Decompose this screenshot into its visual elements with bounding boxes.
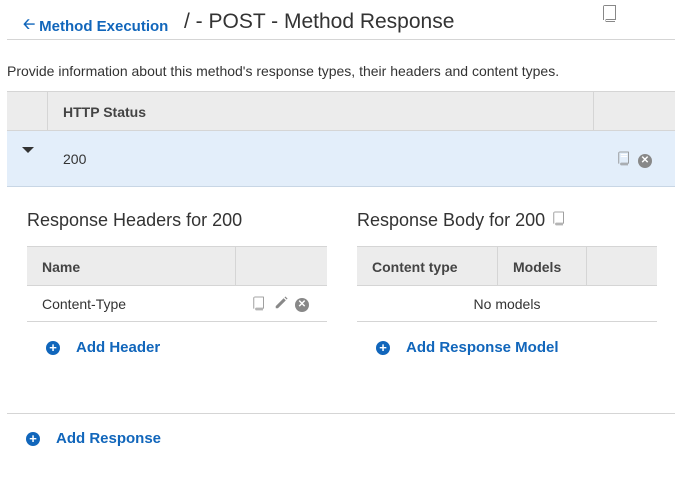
- column-divider: [47, 92, 48, 130]
- caret-down-icon[interactable]: [22, 147, 34, 153]
- book-icon[interactable]: [616, 150, 632, 171]
- response-body-table: Content type Models No models: [357, 246, 657, 322]
- page-header: 🡠 Method Execution / - POST - Method Res…: [7, 0, 675, 40]
- response-headers-table: Name Content-Type ✕: [27, 246, 327, 322]
- add-response-model-button[interactable]: + Add Response Model: [376, 339, 559, 356]
- column-divider: [497, 247, 498, 285]
- column-header-name: Name: [42, 259, 81, 275]
- page-title: / - POST - Method Response: [184, 10, 455, 33]
- response-body-title-text: Response Body for 200: [357, 210, 546, 230]
- status-code: 200: [63, 151, 87, 167]
- table-header: HTTP Status: [7, 91, 675, 131]
- table-header: Name: [27, 246, 327, 286]
- pencil-icon[interactable]: [274, 296, 288, 313]
- row-actions: ✕: [251, 295, 309, 314]
- table-row: No models: [357, 286, 657, 322]
- book-icon[interactable]: [551, 210, 567, 231]
- back-link-label: Method Execution: [39, 18, 169, 35]
- method-execution-back-link[interactable]: 🡠 Method Execution: [23, 14, 168, 39]
- table-row[interactable]: 200 ✕: [7, 131, 675, 187]
- close-circle-icon[interactable]: ✕: [638, 153, 652, 168]
- column-divider: [586, 247, 587, 285]
- add-header-button[interactable]: + Add Header: [46, 339, 160, 356]
- book-icon[interactable]: [600, 3, 620, 28]
- book-icon[interactable]: [251, 295, 267, 314]
- table-header: Content type Models: [357, 246, 657, 286]
- response-headers-title: Response Headers for 200: [27, 210, 242, 231]
- column-divider: [235, 247, 236, 285]
- plus-circle-icon: +: [376, 340, 390, 355]
- arrow-left-icon: 🡠: [23, 16, 36, 33]
- add-response-model-label: Add Response Model: [406, 339, 559, 356]
- description-text: Provide information about this method's …: [7, 63, 560, 79]
- column-header-content-type: Content type: [372, 259, 458, 275]
- column-divider: [593, 92, 594, 130]
- column-header-http-status: HTTP Status: [63, 104, 146, 120]
- plus-circle-icon: +: [26, 431, 40, 446]
- row-actions: ✕: [616, 150, 652, 171]
- header-name: Content-Type: [42, 296, 127, 312]
- add-header-label: Add Header: [76, 339, 161, 356]
- response-headers-title-text: Response Headers for 200: [27, 210, 243, 230]
- column-header-models: Models: [513, 259, 562, 275]
- section-divider: [7, 413, 675, 414]
- http-status-table: HTTP Status 200 ✕: [7, 91, 675, 187]
- response-body-title: Response Body for 200: [357, 210, 567, 231]
- table-row: Content-Type ✕: [27, 286, 327, 322]
- add-response-label: Add Response: [56, 430, 162, 447]
- plus-circle-icon: +: [46, 340, 60, 355]
- add-response-button[interactable]: + Add Response: [26, 430, 161, 447]
- empty-state-text: No models: [473, 296, 541, 312]
- close-circle-icon[interactable]: ✕: [295, 297, 309, 312]
